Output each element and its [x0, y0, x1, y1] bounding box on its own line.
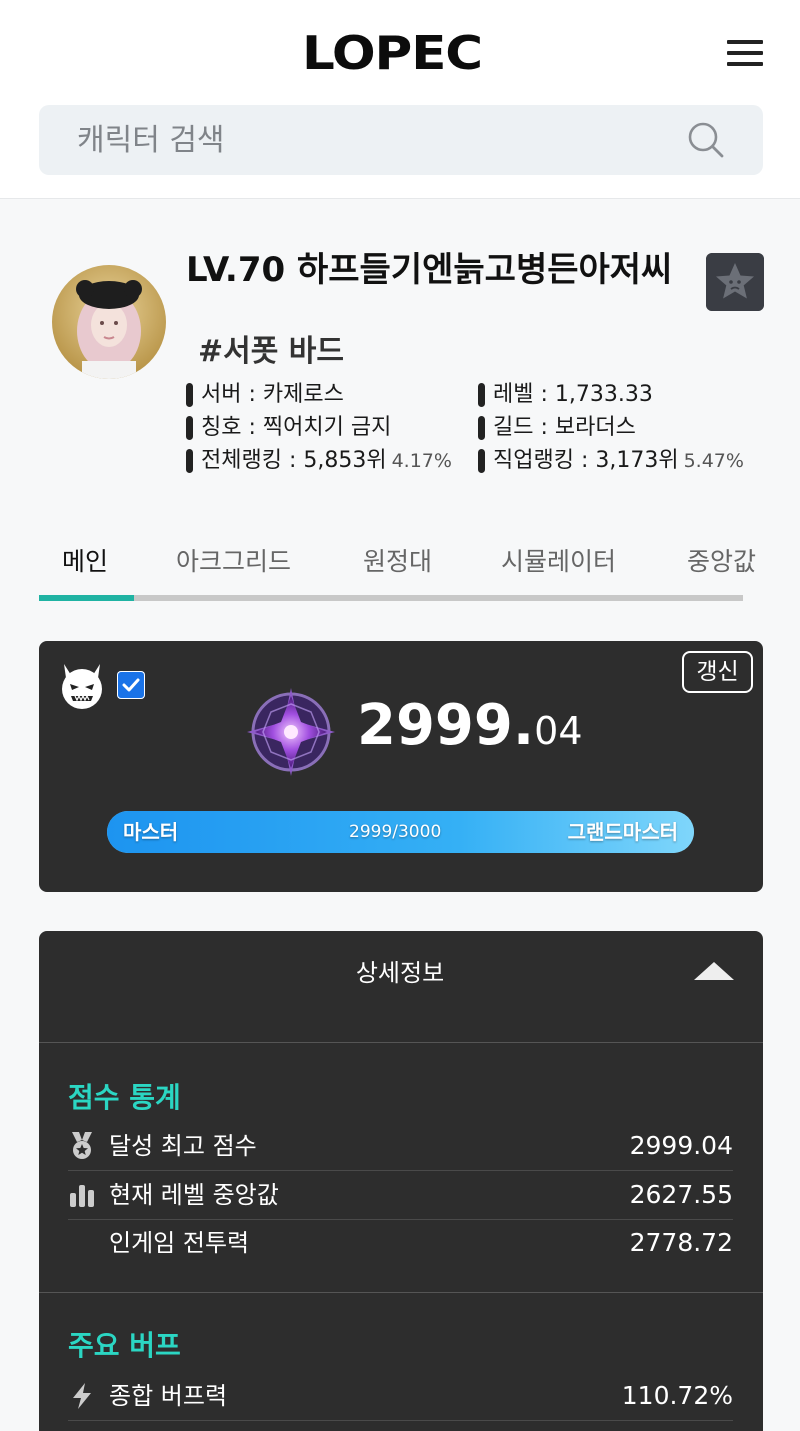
tier-progress-bar: 마스터 2999/3000 그랜드마스터 — [107, 811, 694, 853]
stat-row-total-buff: 종합 버프력 110.72% — [68, 1372, 733, 1420]
bar-chart-icon — [70, 1185, 94, 1207]
class-rank-info: 직업랭킹 : 3,173위 5.47% — [478, 446, 744, 476]
total-rank-info: 전체랭킹 : 5,853위 4.17% — [186, 446, 452, 476]
tab-arkgrid[interactable]: 아크그리드 — [176, 540, 291, 584]
tab-main[interactable]: 메인 — [62, 540, 108, 584]
collapse-arrow-icon[interactable] — [694, 960, 734, 984]
tab-simulator[interactable]: 시뮬레이터 — [501, 540, 616, 584]
detail-panel-title: 상세정보 — [355, 959, 445, 987]
stat-row-level-median: 현재 레벨 중앙값 2627.55 — [68, 1171, 733, 1219]
devil-face-icon — [62, 664, 102, 709]
guild-info: 길드 : 보라더스 — [478, 413, 636, 443]
character-avatar — [52, 265, 166, 379]
favorite-star-button[interactable] — [706, 253, 764, 311]
logo[interactable]: LOPEC — [302, 28, 483, 78]
lightning-icon — [73, 1383, 91, 1409]
character-class-tag: #서폿 바드 — [198, 334, 344, 369]
detail-divider — [39, 1292, 763, 1293]
tab-median[interactable]: 중앙값 — [687, 540, 756, 584]
score-value: 2999.04 — [357, 693, 583, 758]
tier-current-label: 마스터 — [123, 820, 179, 844]
tier-progress-text: 2999/3000 — [349, 822, 442, 842]
detail-divider — [39, 1042, 763, 1043]
search-icon[interactable] — [686, 120, 726, 160]
search-input[interactable] — [77, 105, 677, 175]
score-card — [39, 641, 763, 892]
score-toggle-checkbox[interactable] — [117, 671, 145, 699]
stat-row-ingame-power: 인게임 전투력 2778.72 — [109, 1228, 733, 1257]
row-divider — [68, 1420, 733, 1421]
title-info: 칭호 : 찍어치기 금지 — [186, 413, 391, 443]
master-tier-icon — [247, 688, 335, 776]
search-bar — [39, 105, 763, 175]
tab-expedition[interactable]: 원정대 — [363, 540, 432, 584]
server-info: 서버 : 카제로스 — [186, 380, 344, 410]
section-heading-score-stats: 점수 통계 — [68, 1081, 181, 1114]
refresh-button[interactable]: 갱신 — [682, 651, 753, 693]
tier-next-label: 그랜드마스터 — [567, 820, 678, 844]
character-name: LV.70 하프들기엔늙고병든아저씨 — [186, 250, 673, 290]
stat-row-best-score: 달성 최고 점수 2999.04 — [68, 1122, 733, 1170]
section-heading-main-buff: 주요 버프 — [68, 1329, 181, 1362]
top-header: LOPEC — [0, 0, 800, 199]
medal-icon — [72, 1132, 92, 1159]
level-info: 레벨 : 1,733.33 — [478, 380, 653, 410]
tab-scroll-track[interactable] — [39, 595, 743, 601]
hamburger-menu-icon[interactable] — [727, 40, 763, 66]
tab-active-indicator — [39, 595, 134, 601]
